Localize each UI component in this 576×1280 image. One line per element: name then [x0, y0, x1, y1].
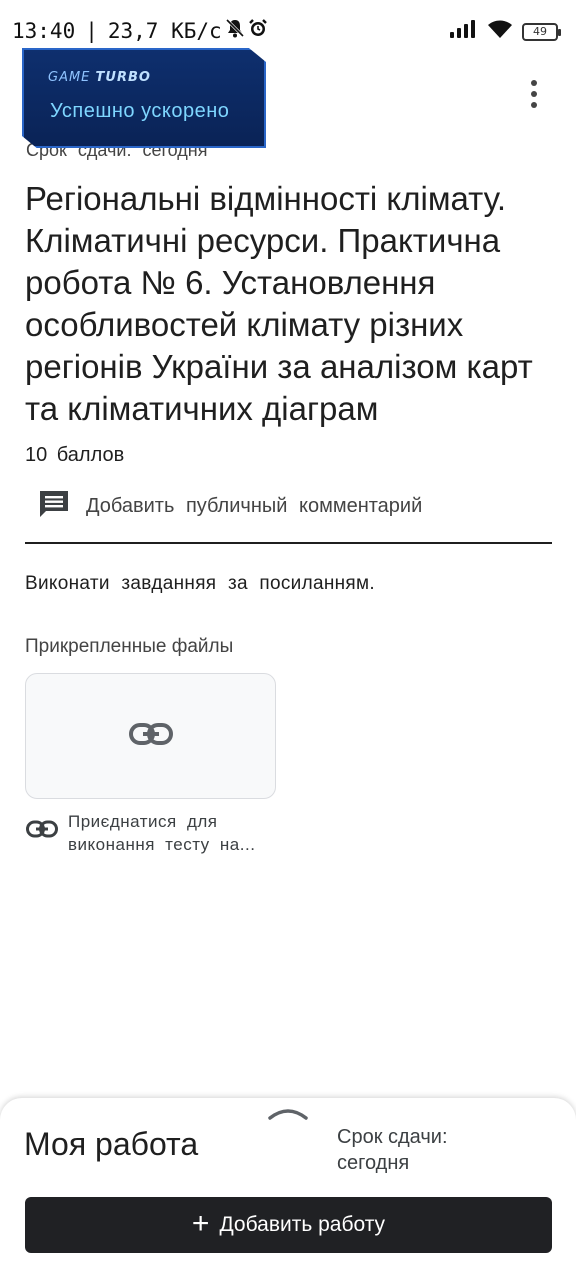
battery-level: 49: [533, 25, 547, 38]
more-options-icon[interactable]: [514, 76, 554, 112]
attachment-name: Приєднатися для виконання тесту на...: [68, 812, 256, 854]
game-turbo-toast: GAME TURBO Успешно ускорено: [22, 48, 266, 148]
signal-icon: [450, 20, 478, 43]
my-work-title: Моя работа: [24, 1126, 199, 1162]
instructions: Виконати завданняя за посиланням.: [25, 573, 375, 594]
points: 10 баллов: [25, 444, 125, 466]
battery-icon: 49: [522, 22, 561, 41]
add-work-button[interactable]: + Добавить работу: [25, 1197, 552, 1253]
bell-muted-icon: [225, 18, 244, 43]
sheet-due-date: Срок сдачи: сегодня: [337, 1126, 448, 1174]
game-turbo-logo: GAME TURBO: [48, 70, 151, 85]
assignment-title: Регіональні відмінності клімату. Клімати…: [25, 180, 533, 427]
add-work-label: Добавить работу: [219, 1213, 386, 1236]
toast-message: Успешно ускорено: [50, 100, 230, 122]
add-comment-button[interactable]: Добавить публичный комментарий: [38, 488, 422, 525]
alarm-icon: [248, 18, 268, 43]
divider: [25, 542, 552, 544]
attachment-link[interactable]: Приєднатися для виконання тесту на...: [26, 810, 273, 856]
status-time: 13:40: [12, 18, 76, 43]
attachments-heading: Прикрепленные файлы: [25, 636, 234, 657]
wifi-icon: [488, 20, 512, 43]
link-icon: [128, 722, 173, 751]
plus-icon: +: [191, 1206, 210, 1240]
network-speed: 23,7 КБ/с: [107, 18, 222, 43]
attachment-thumbnail[interactable]: [25, 673, 276, 799]
comment-label: Добавить публичный комментарий: [86, 495, 423, 517]
chevron-up-icon[interactable]: [268, 1106, 308, 1120]
my-work-sheet[interactable]: Моя работа Срок сдачи: сегодня + Добавит…: [0, 1098, 576, 1280]
link-icon: [26, 820, 58, 856]
comment-icon: [38, 488, 70, 525]
